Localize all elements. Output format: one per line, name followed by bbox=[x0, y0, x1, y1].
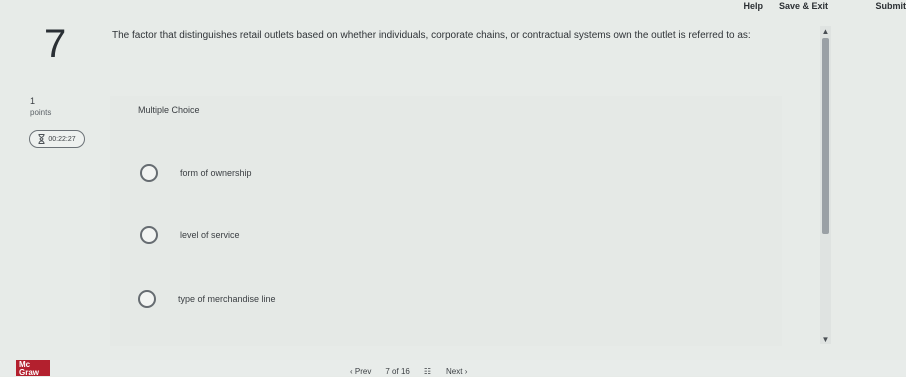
option-label: level of service bbox=[180, 230, 240, 240]
page-of: of bbox=[392, 367, 399, 376]
option-form-of-ownership[interactable]: form of ownership bbox=[0, 156, 906, 190]
page-indicator: 7 of 16 bbox=[385, 367, 410, 376]
options-layer: form of ownership level of service type … bbox=[0, 0, 906, 376]
option-label: type of merchandise line bbox=[178, 294, 276, 304]
option-type-of-merchandise-line[interactable]: type of merchandise line bbox=[0, 282, 906, 316]
prev-label: Prev bbox=[355, 367, 371, 376]
radio-button[interactable] bbox=[140, 164, 158, 182]
grid-icon[interactable]: ☷ bbox=[424, 367, 432, 376]
page-total: 16 bbox=[401, 367, 410, 376]
scroll-thumb[interactable] bbox=[822, 38, 829, 234]
pagination-nav: ‹ Prev 7 of 16 ☷ Next › bbox=[350, 367, 467, 376]
prev-link[interactable]: ‹ Prev bbox=[350, 367, 371, 376]
radio-button[interactable] bbox=[138, 290, 156, 308]
option-label: form of ownership bbox=[180, 168, 252, 178]
vertical-scrollbar[interactable]: ▲ ▼ bbox=[820, 26, 831, 344]
scroll-down-icon[interactable]: ▼ bbox=[820, 334, 831, 344]
option-level-of-service[interactable]: level of service bbox=[0, 218, 906, 252]
next-label: Next bbox=[446, 367, 462, 376]
scroll-up-icon[interactable]: ▲ bbox=[820, 26, 831, 36]
radio-button[interactable] bbox=[140, 226, 158, 244]
page-current: 7 bbox=[385, 367, 389, 376]
next-link[interactable]: Next › bbox=[446, 367, 467, 376]
mcgraw-logo: Mc Graw bbox=[16, 360, 50, 376]
